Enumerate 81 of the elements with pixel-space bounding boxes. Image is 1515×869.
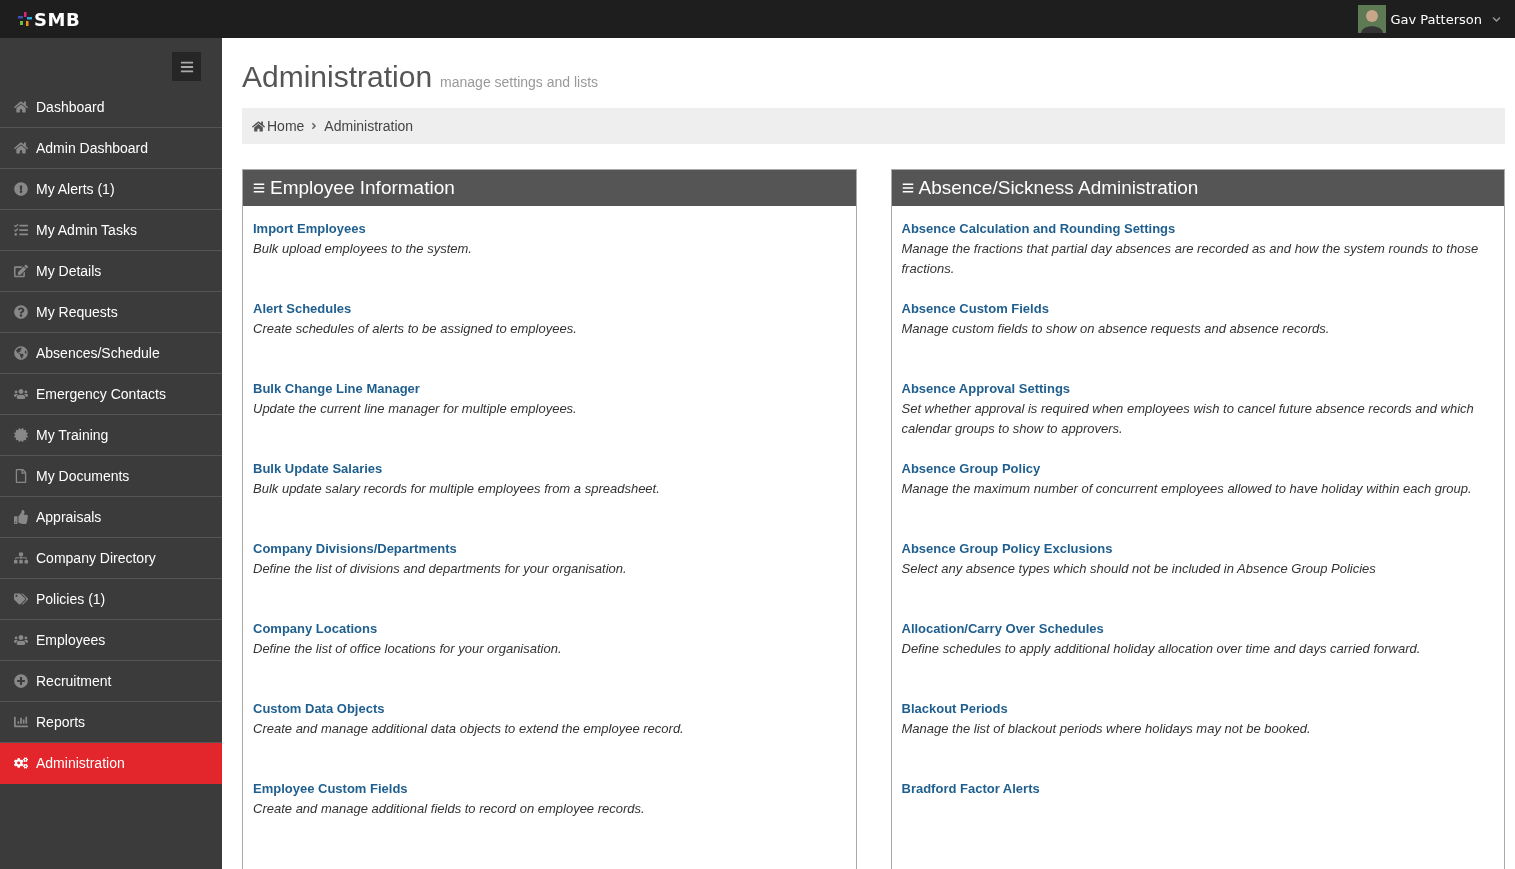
sidebar-item[interactable]: Employees xyxy=(0,620,222,661)
settings-link[interactable]: Absence Approval Settings xyxy=(901,381,1071,396)
sidebar-item[interactable]: Appraisals xyxy=(0,497,222,538)
breadcrumb-link[interactable]: Home xyxy=(252,118,305,134)
thumbs-up-icon xyxy=(14,510,28,524)
people-icon xyxy=(14,387,28,401)
breadcrumb-text[interactable]: Home xyxy=(267,118,305,134)
sidebar-item[interactable]: My Details xyxy=(0,251,222,292)
edit-icon xyxy=(14,264,28,278)
list-icon xyxy=(14,223,28,237)
menu-icon xyxy=(253,182,265,194)
settings-link[interactable]: Allocation/Carry Over Schedules xyxy=(901,621,1104,636)
logo-icon xyxy=(18,12,32,26)
tags-icon xyxy=(14,592,28,606)
sidebar-item[interactable]: My Training xyxy=(0,415,222,456)
settings-link[interactable]: Company Divisions/Departments xyxy=(253,541,457,556)
settings-link[interactable]: Bulk Change Line Manager xyxy=(253,381,420,396)
avatar xyxy=(1358,5,1387,33)
page-title: Administration xyxy=(242,60,433,94)
link-description: Manage the fractions that partial day absences are recorded as and how the system rounds to those fractions. xyxy=(901,240,1480,278)
link-description: Create and manage additional fields to record on employee records. xyxy=(253,800,646,818)
link-description: Update the current line manager for multiple employees. xyxy=(253,400,578,418)
link-description: Define the list of divisions and departments for your organisation. xyxy=(253,560,628,578)
link-description: Define schedules to apply additional holiday allocation over time and days carried forward. xyxy=(901,640,1422,658)
panel-title: Employee Information xyxy=(270,177,455,199)
sidebar-item[interactable]: My Admin Tasks xyxy=(0,210,222,251)
sidebar-item[interactable]: Policies (1) xyxy=(0,579,222,620)
plus-icon xyxy=(14,674,28,688)
sidebar-item[interactable]: My Requests xyxy=(0,292,222,333)
alert-icon xyxy=(14,182,28,196)
menu-toggle-button[interactable] xyxy=(172,52,201,81)
caret-icon[interactable] xyxy=(1492,14,1501,24)
menu-icon xyxy=(901,182,914,194)
menu-icon xyxy=(179,59,194,74)
link-description: Bulk upload employees to the system. xyxy=(253,240,473,258)
sitemap-icon xyxy=(14,551,28,565)
sidebar-item[interactable]: Recruitment xyxy=(0,661,222,702)
breadcrumb-current: Administration xyxy=(324,118,414,134)
settings-link[interactable]: Absence Group Policy Exclusions xyxy=(901,541,1113,556)
sidebar-item[interactable]: Absences/Schedule xyxy=(0,333,222,374)
sidebar-item[interactable]: Emergency Contacts xyxy=(0,374,222,415)
link-description: Define the list of office locations for your organisation. xyxy=(253,640,563,658)
link-description: Create and manage additional data objects to extend the employee record. xyxy=(253,720,685,738)
settings-link[interactable]: Custom Data Objects xyxy=(253,701,385,716)
bar-chart-icon xyxy=(14,715,28,729)
user-name[interactable]: Gav Patterson xyxy=(1390,11,1482,27)
question-icon xyxy=(14,305,28,319)
home-icon xyxy=(252,119,265,133)
settings-link[interactable]: Absence Calculation and Rounding Settings xyxy=(901,221,1176,236)
link-description: Select any absence types which should not be included in Absence Group Policies xyxy=(901,560,1377,578)
link-description: Manage the list of blackout periods where holidays may not be booked. xyxy=(901,720,1312,738)
sidebar-item[interactable]: Company Directory xyxy=(0,538,222,579)
globe-icon xyxy=(14,346,28,360)
settings-link[interactable]: Company Locations xyxy=(253,621,378,636)
sidebar-item[interactable]: My Alerts (1) xyxy=(0,169,222,210)
settings-link[interactable]: Absence Group Policy xyxy=(901,461,1041,476)
link-description: Create schedules of alerts to be assigned to employees. xyxy=(253,320,578,338)
gears-icon xyxy=(14,756,28,770)
people-icon xyxy=(14,633,28,647)
sidebar-item[interactable]: Administration xyxy=(0,743,222,784)
page-subtitle: manage settings and lists xyxy=(440,74,599,90)
settings-link[interactable]: Alert Schedules xyxy=(253,301,352,316)
settings-link[interactable]: Employee Custom Fields xyxy=(253,781,408,796)
panel-title: Absence/Sickness Administration xyxy=(918,177,1199,199)
badge-icon xyxy=(14,428,28,442)
sidebar-item[interactable]: My Documents xyxy=(0,456,222,497)
home-icon xyxy=(14,141,28,155)
link-description: Manage the maximum number of concurrent employees allowed to have holiday within each group. xyxy=(901,480,1473,498)
home-icon xyxy=(14,100,28,114)
settings-link[interactable]: Absence Custom Fields xyxy=(901,301,1049,316)
link-description: Set whether approval is required when employees wish to cancel future absence records and which calendar groups to show to approvers. xyxy=(901,400,1475,438)
link-description: Manage custom fields to show on absence requests and absence records. xyxy=(901,320,1331,338)
settings-link[interactable]: Import Employees xyxy=(253,221,366,236)
link-description: Bulk update salary records for multiple employees from a spreadsheet. xyxy=(253,480,661,498)
settings-link[interactable]: Bulk Update Salaries xyxy=(253,461,383,476)
sidebar-item[interactable]: Admin Dashboard xyxy=(0,128,222,169)
sidebar-item[interactable]: Dashboard xyxy=(0,87,222,128)
settings-link[interactable]: Blackout Periods xyxy=(901,701,1008,716)
settings-link[interactable]: Bradford Factor Alerts xyxy=(901,781,1040,796)
logo-text: SMB xyxy=(34,8,81,30)
document-icon xyxy=(14,469,28,483)
